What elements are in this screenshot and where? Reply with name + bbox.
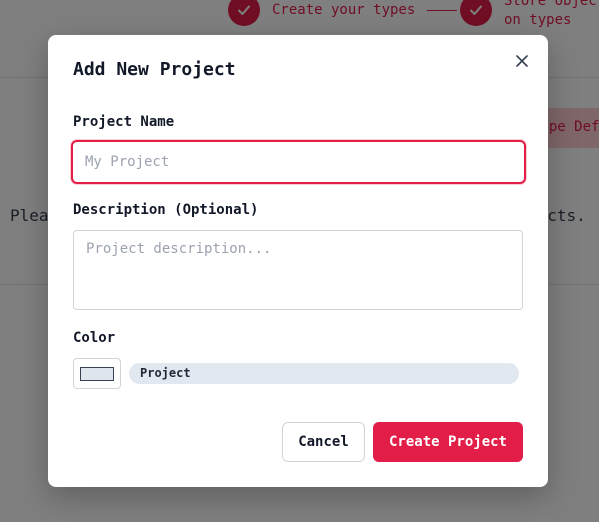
add-project-dialog: Add New Project Project Name Description… (48, 35, 548, 487)
create-project-button[interactable]: Create Project (373, 422, 523, 462)
project-name-label: Project Name (73, 114, 175, 130)
description-textarea[interactable] (73, 230, 523, 310)
color-picker-button[interactable] (73, 358, 121, 389)
project-name-input[interactable] (71, 140, 526, 184)
color-label: Color (73, 330, 116, 346)
color-preview-badge: Project (129, 363, 519, 384)
close-icon (516, 55, 528, 67)
color-swatch (80, 366, 114, 381)
dialog-title: Add New Project (73, 59, 236, 80)
cancel-button[interactable]: Cancel (282, 422, 365, 462)
color-preview-label: Project (140, 366, 191, 380)
close-button[interactable] (512, 51, 532, 71)
description-label: Description (Optional) (73, 202, 259, 218)
